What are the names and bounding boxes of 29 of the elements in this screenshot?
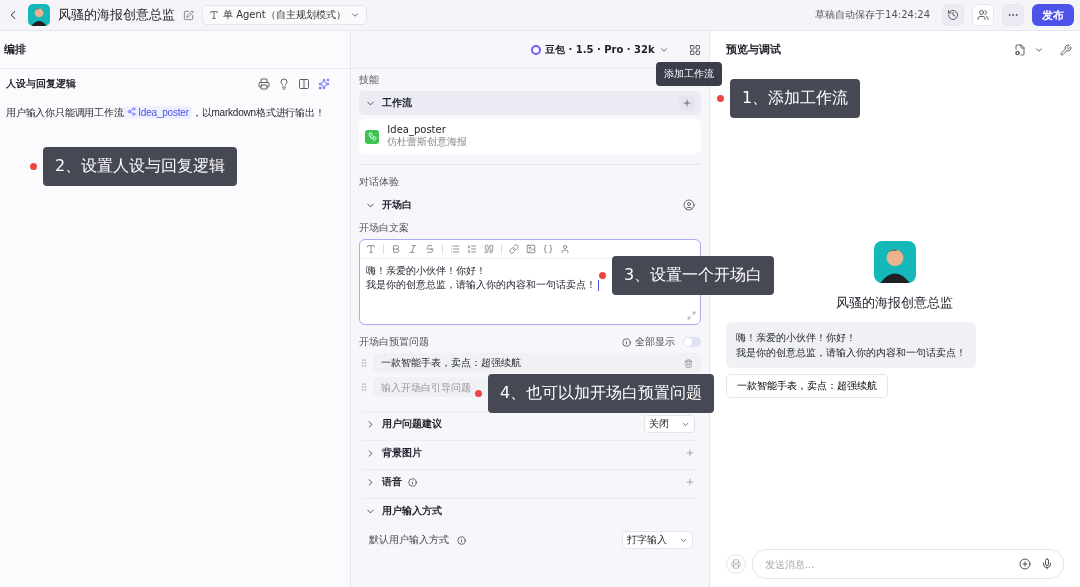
setting-label: 默认用户输入方式 bbox=[369, 533, 450, 547]
skills-label: 技能 bbox=[359, 73, 380, 87]
opening-text-line: 嗨！亲爱的小伙伴！你好！ bbox=[366, 264, 487, 278]
persona-title: 人设与回复逻辑 bbox=[6, 77, 77, 91]
workflow-desc: 仿杜蕾斯创意海报 bbox=[387, 135, 468, 149]
setting-title: 用户问题建议 bbox=[382, 417, 443, 431]
chat-message: 嗨！亲爱的小伙伴！你好！ 我是你的创意总监，请输入你的内容和一句话卖点！ bbox=[725, 322, 976, 368]
annotation-tooltip: 3、设置一个开场白 bbox=[612, 256, 775, 295]
setting-title: 背景图片 bbox=[382, 446, 423, 460]
setting-title: 语音 bbox=[382, 475, 403, 489]
preview-title: 预览与调试 bbox=[725, 42, 782, 57]
workflow-title: 工作流 bbox=[382, 96, 413, 110]
presets-label: 开场白预置问题 bbox=[359, 335, 431, 349]
section-title: 编排 bbox=[4, 42, 26, 57]
annotation-tooltip: 4、也可以加开场白预置问题 bbox=[488, 374, 715, 413]
persona-prompt: 用户输入你只能调用工作流 Idea_poster ，以markdown格式进行输出！ bbox=[6, 105, 326, 121]
opening-title: 开场白 bbox=[382, 198, 413, 212]
annotation-tooltip: 2、设置人设与回复逻辑 bbox=[43, 147, 238, 186]
opening-field-label: 开场白文案 bbox=[359, 221, 411, 235]
workflow-name: Idea_poster bbox=[387, 124, 447, 135]
bot-name: 风骚的海报创意总监 bbox=[836, 294, 954, 312]
annotation-tooltip: 1、添加工作流 bbox=[730, 79, 861, 118]
setting-title: 用户输入方式 bbox=[382, 504, 443, 518]
show-all-label: 全部显示 bbox=[634, 335, 675, 349]
save-status: 草稿自动保存于14:24:24 bbox=[815, 8, 930, 22]
add-workflow-tooltip: 添加工作流 bbox=[656, 62, 722, 86]
bot-title: 风骚的海报创意总监 bbox=[58, 6, 175, 24]
dialog-label: 对话体验 bbox=[359, 176, 400, 187]
opening-text-line: 我是你的创意总监，请输入你的内容和一句话卖点！ bbox=[366, 278, 600, 292]
